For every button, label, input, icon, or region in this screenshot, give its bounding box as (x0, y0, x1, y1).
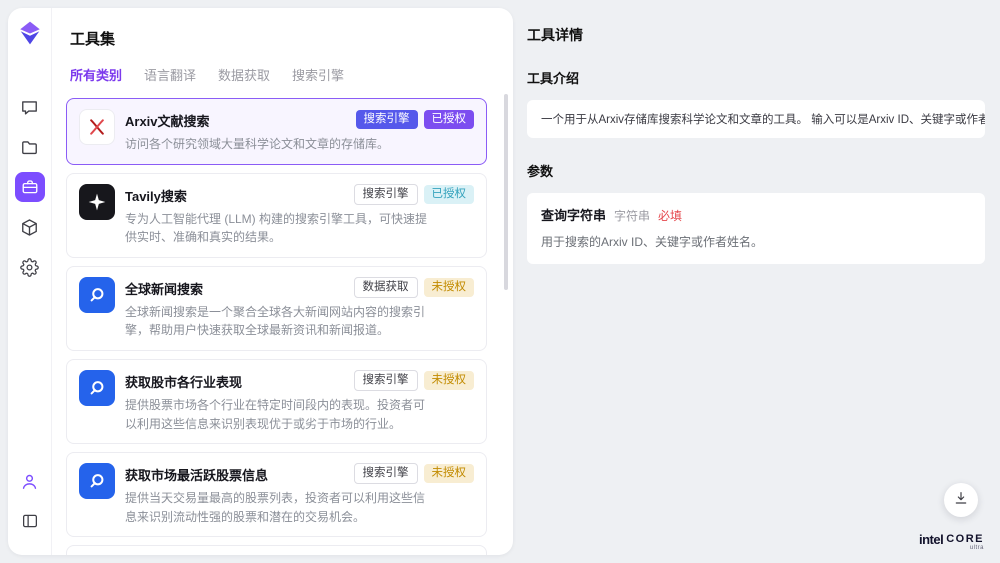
category-badge: 搜索引擎 (356, 110, 418, 129)
download-icon (953, 490, 969, 511)
tool-card-body: Arxiv文献搜索搜索引擎已授权访问各个研究领域大量科学论文和文章的存储库。 (125, 109, 474, 154)
parameter-name: 查询字符串 (541, 205, 606, 224)
tab-category-0[interactable]: 所有类别 (70, 65, 122, 84)
parameter-required-flag: 必填 (658, 207, 682, 224)
tool-card-header: Arxiv文献搜索搜索引擎已授权 (125, 109, 474, 130)
tool-card[interactable]: 万维地区新闻查询搜索引擎未授权查询具体行政区划内的新闻，快速了解各地新闻动 (66, 545, 487, 555)
tavily-icon (79, 184, 115, 220)
category-badge: 搜索引擎 (354, 370, 418, 391)
tool-detail-panel: 工具详情 工具介绍 一个用于从Arxiv存储库搜索科学论文和文章的工具。 输入可… (527, 0, 985, 563)
tool-name: Tavily搜索 (125, 184, 348, 205)
auth-status-badge: 已授权 (424, 110, 475, 129)
tool-card-header: 获取股市各行业表现搜索引擎未授权 (125, 370, 474, 391)
tool-list: Arxiv文献搜索搜索引擎已授权访问各个研究领域大量科学论文和文章的存储库。Ta… (66, 98, 499, 555)
category-tabs: 所有类别 语言翻译 数据获取 搜索引擎 (70, 65, 499, 84)
tool-name: 全球新闻搜索 (125, 277, 348, 298)
tool-description: 提供股票市场各个行业在特定时间段内的表现。投资者可以利用这些信息来识别表现优于或… (125, 396, 430, 433)
tool-card-body: Tavily搜索搜索引擎已授权专为人工智能代理 (LLM) 构建的搜索引擎工具，… (125, 184, 474, 247)
arxiv-icon (79, 109, 115, 145)
tools-app-panel: 工具集 所有类别语言翻译数据获取搜索引擎 Arxiv文献搜索搜索引擎已授权访问各… (8, 8, 513, 555)
tool-description: 全球新闻搜索是一个聚合全球各大新闻网站内容的搜索引擎，帮助用户快速获取全球最新资… (125, 303, 430, 340)
param-list: 查询字符串字符串必填用于搜索的Arxiv ID、关键字或作者姓名。 (527, 193, 985, 264)
parameter-type: 字符串 (614, 207, 650, 224)
tool-description: 提供当天交易量最高的股票列表，投资者可以利用这些信息来识别流动性强的股票和潜在的… (125, 489, 430, 526)
intel-text: intel (919, 532, 943, 547)
tab-category-3[interactable]: 搜索引擎 (292, 65, 344, 84)
stock-blue-icon (79, 463, 115, 499)
category-badge: 数据获取 (354, 277, 418, 298)
sidebar-item-gear-icon[interactable] (15, 252, 45, 282)
sidebar-item-user-icon[interactable] (15, 466, 45, 496)
tool-card-header: Tavily搜索搜索引擎已授权 (125, 184, 474, 205)
detail-title: 工具详情 (527, 25, 985, 45)
tab-category-1[interactable]: 语言翻译 (144, 65, 196, 84)
parameter-header: 查询字符串字符串必填 (541, 205, 971, 224)
tool-card-body: 获取市场最活跃股票信息搜索引擎未授权提供当天交易量最高的股票列表，投资者可以利用… (125, 463, 474, 526)
tool-name: 获取市场最活跃股票信息 (125, 463, 348, 484)
core-sub-text: ultra (970, 545, 984, 551)
tool-name: Arxiv文献搜索 (125, 109, 350, 130)
category-badge: 搜索引擎 (354, 184, 418, 205)
tab-category-2[interactable]: 数据获取 (218, 65, 270, 84)
category-badge: 搜索引擎 (354, 463, 418, 484)
intro-text: 一个用于从Arxiv存储库搜索科学论文和文章的工具。 输入可以是Arxiv ID… (541, 114, 985, 126)
tool-card[interactable]: Tavily搜索搜索引擎已授权专为人工智能代理 (LLM) 构建的搜索引擎工具，… (66, 173, 487, 258)
tool-card[interactable]: 全球新闻搜索数据获取未授权全球新闻搜索是一个聚合全球各大新闻网站内容的搜索引擎，… (66, 266, 487, 351)
parameter-description: 用于搜索的Arxiv ID、关键字或作者姓名。 (541, 233, 971, 250)
download-button[interactable] (944, 483, 978, 517)
core-text-wrap: CORE ultra (946, 533, 984, 551)
tool-card-header: 全球新闻搜索数据获取未授权 (125, 277, 474, 298)
tools-panel: 工具集 所有类别语言翻译数据获取搜索引擎 Arxiv文献搜索搜索引擎已授权访问各… (52, 8, 513, 555)
app-logo-icon (17, 20, 43, 51)
intro-heading: 工具介绍 (527, 68, 985, 87)
news-blue-icon (79, 277, 115, 313)
tool-card-header: 获取市场最活跃股票信息搜索引擎未授权 (125, 463, 474, 484)
auth-status-badge: 未授权 (424, 371, 475, 390)
tool-card[interactable]: Arxiv文献搜索搜索引擎已授权访问各个研究领域大量科学论文和文章的存储库。 (66, 98, 487, 165)
parameter-card: 查询字符串字符串必填用于搜索的Arxiv ID、关键字或作者姓名。 (527, 193, 985, 264)
intel-core-logo: intel CORE ultra (919, 532, 984, 551)
sidebar-item-folder-icon[interactable] (15, 132, 45, 162)
tool-card[interactable]: 获取股市各行业表现搜索引擎未授权提供股票市场各个行业在特定时间段内的表现。投资者… (66, 359, 487, 444)
sidebar-item-cube-icon[interactable] (15, 212, 45, 242)
sidebar-item-layout-icon[interactable] (15, 506, 45, 536)
stock-blue-icon (79, 370, 115, 406)
intro-card: 一个用于从Arxiv存储库搜索科学论文和文章的工具。 输入可以是Arxiv ID… (527, 100, 985, 138)
scrollbar[interactable] (504, 94, 508, 290)
auth-status-badge: 已授权 (424, 185, 475, 204)
page-title: 工具集 (70, 28, 499, 49)
tool-name: 获取股市各行业表现 (125, 370, 348, 391)
core-text: CORE (946, 533, 984, 545)
tool-description: 专为人工智能代理 (LLM) 构建的搜索引擎工具，可快速提供实时、准确和真实的结… (125, 210, 430, 247)
auth-status-badge: 未授权 (424, 464, 475, 483)
tool-description: 访问各个研究领域大量科学论文和文章的存储库。 (125, 135, 430, 154)
sidebar-item-chat-icon[interactable] (15, 92, 45, 122)
tool-card-body: 获取股市各行业表现搜索引擎未授权提供股票市场各个行业在特定时间段内的表现。投资者… (125, 370, 474, 433)
tool-card[interactable]: 获取市场最活跃股票信息搜索引擎未授权提供当天交易量最高的股票列表，投资者可以利用… (66, 452, 487, 537)
tool-card-body: 全球新闻搜索数据获取未授权全球新闻搜索是一个聚合全球各大新闻网站内容的搜索引擎，… (125, 277, 474, 340)
params-heading: 参数 (527, 161, 985, 180)
sidebar-item-briefcase-icon[interactable] (15, 172, 45, 202)
sidebar (8, 8, 52, 555)
auth-status-badge: 未授权 (424, 278, 475, 297)
